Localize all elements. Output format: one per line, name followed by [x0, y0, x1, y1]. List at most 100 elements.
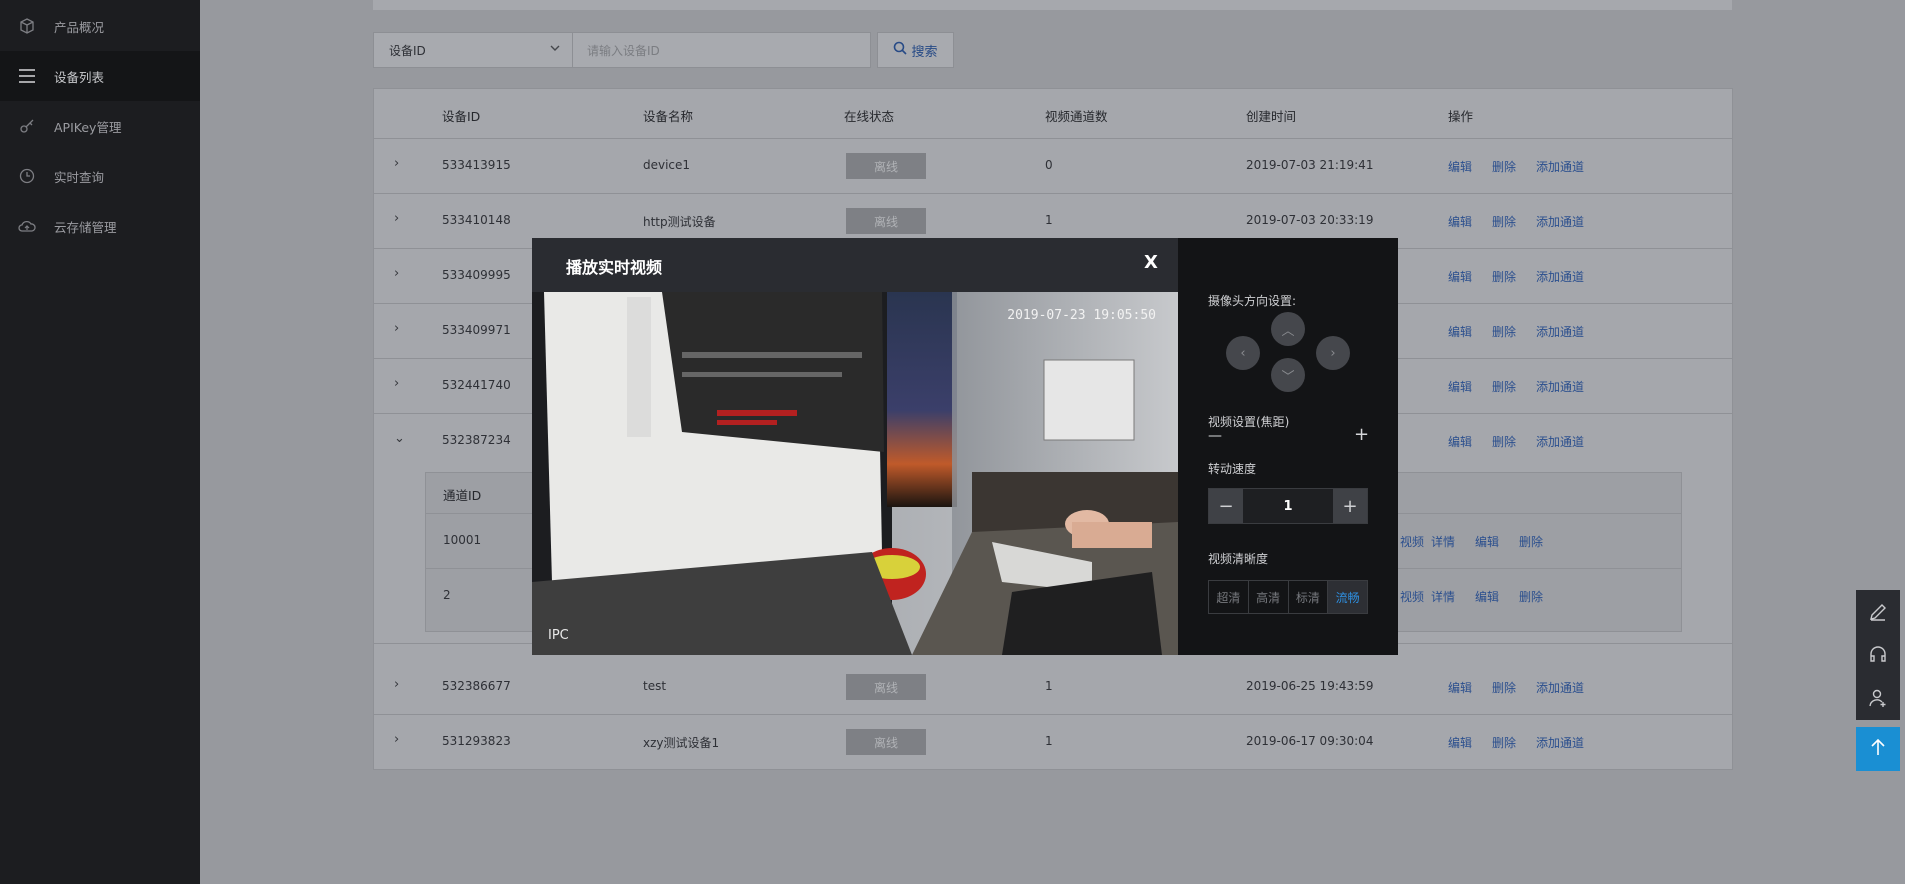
sidebar-item-label: 设备列表 — [54, 69, 105, 85]
channel-count: 1 — [1045, 679, 1053, 693]
channel-count: 1 — [1045, 213, 1053, 227]
chevron-right-icon[interactable]: › — [394, 156, 399, 171]
sidebar-item-realtime-query[interactable]: 实时查询 — [0, 151, 200, 201]
column-header-channel-count: 视频通道数 — [1045, 109, 1108, 124]
quality-option-ultra-hd[interactable]: 超清 — [1209, 581, 1249, 613]
device-id: 533409971 — [442, 323, 511, 337]
delete-link[interactable]: 删除 — [1492, 433, 1516, 450]
edit-link[interactable]: 编辑 — [1448, 158, 1472, 175]
delete-link[interactable]: 删除 — [1519, 588, 1543, 605]
chevron-right-icon[interactable]: › — [394, 376, 399, 391]
modal-header: 播放实时视频 X — [532, 238, 1178, 292]
quality-option-hd[interactable]: 高清 — [1249, 581, 1289, 613]
quality-option-smooth[interactable]: 流畅 — [1328, 581, 1367, 613]
created-time: 2019-07-03 21:19:41 — [1246, 158, 1374, 172]
speed-value[interactable]: 1 — [1243, 489, 1333, 523]
pan-right-button[interactable]: › — [1316, 336, 1350, 370]
add-channel-link[interactable]: 添加通道 — [1536, 268, 1584, 285]
device-id: 533409995 — [442, 268, 511, 282]
video-link[interactable]: 视频 — [1400, 588, 1424, 605]
add-channel-link[interactable]: 添加通道 — [1536, 213, 1584, 230]
table-header: 设备ID 设备名称 在线状态 视频通道数 创建时间 操作 — [374, 89, 1732, 139]
chevron-right-icon[interactable]: › — [394, 732, 399, 747]
edit-link[interactable]: 编辑 — [1448, 378, 1472, 395]
created-time: 2019-06-17 09:30:04 — [1246, 734, 1374, 748]
video-frame — [532, 292, 1178, 655]
speed-stepper: − 1 + — [1208, 488, 1368, 524]
back-to-top-button[interactable] — [1856, 727, 1900, 771]
add-channel-link[interactable]: 添加通道 — [1536, 158, 1584, 175]
sidebar-item-product-overview[interactable]: 产品概况 — [0, 1, 200, 51]
status-badge: 离线 — [846, 674, 926, 700]
sidebar: 产品概况 设备列表 APIKey管理 实时查询 云存储管理 — [0, 0, 200, 884]
pan-down-button[interactable]: ﹀ — [1271, 358, 1305, 392]
add-channel-link[interactable]: 添加通道 — [1536, 378, 1584, 395]
search-field-select[interactable]: 设备ID — [373, 32, 573, 68]
speed-increase-button[interactable]: + — [1333, 489, 1367, 523]
edit-link[interactable]: 编辑 — [1448, 679, 1472, 696]
video-link[interactable]: 视频 — [1400, 533, 1424, 550]
video-source-tag: IPC — [548, 628, 569, 643]
column-header-channel-id: 通道ID — [443, 488, 482, 503]
column-header-created-time: 创建时间 — [1246, 109, 1297, 124]
device-id: 531293823 — [442, 734, 511, 748]
detail-link[interactable]: 详情 — [1431, 588, 1455, 605]
speed-label: 转动速度 — [1208, 462, 1257, 476]
edit-icon[interactable] — [1856, 590, 1900, 634]
delete-link[interactable]: 删除 — [1492, 378, 1516, 395]
quality-option-sd[interactable]: 标清 — [1289, 581, 1329, 613]
delete-link[interactable]: 删除 — [1519, 533, 1543, 550]
edit-link[interactable]: 编辑 — [1448, 213, 1472, 230]
sidebar-item-label: 产品概况 — [54, 19, 105, 35]
edit-link[interactable]: 编辑 — [1475, 588, 1499, 605]
add-channel-link[interactable]: 添加通道 — [1536, 323, 1584, 340]
delete-link[interactable]: 删除 — [1492, 158, 1516, 175]
channel-count: 0 — [1045, 158, 1053, 172]
edit-link[interactable]: 编辑 — [1475, 533, 1499, 550]
close-button[interactable]: X — [1144, 252, 1158, 273]
zoom-in-button[interactable]: + — [1354, 424, 1369, 445]
add-channel-link[interactable]: 添加通道 — [1536, 679, 1584, 696]
sidebar-item-cloud-storage[interactable]: 云存储管理 — [0, 201, 200, 251]
edit-link[interactable]: 编辑 — [1448, 734, 1472, 751]
delete-link[interactable]: 删除 — [1492, 268, 1516, 285]
floating-toolbar — [1856, 590, 1900, 720]
add-user-icon[interactable] — [1856, 676, 1900, 720]
chevron-right-icon[interactable]: › — [394, 211, 399, 226]
pan-left-button[interactable]: ‹ — [1226, 336, 1260, 370]
chevron-right-icon[interactable]: › — [394, 266, 399, 281]
speed-decrease-button[interactable]: − — [1209, 489, 1243, 523]
add-channel-link[interactable]: 添加通道 — [1536, 433, 1584, 450]
pan-up-button[interactable]: ︿ — [1271, 312, 1305, 346]
search-button[interactable]: 搜索 — [877, 32, 954, 68]
chevron-down-icon[interactable]: ⌄ — [394, 431, 405, 446]
cube-icon — [18, 17, 36, 35]
delete-link[interactable]: 删除 — [1492, 679, 1516, 696]
edit-link[interactable]: 编辑 — [1448, 268, 1472, 285]
table-row: › 533413915 device1 离线 0 2019-07-03 21:1… — [374, 139, 1732, 194]
sidebar-item-apikey[interactable]: APIKey管理 — [0, 101, 200, 151]
cloud-icon — [18, 217, 36, 235]
zoom-out-button[interactable]: — — [1208, 428, 1222, 444]
headset-icon[interactable] — [1856, 633, 1900, 677]
chevron-right-icon[interactable]: › — [394, 677, 399, 692]
edit-link[interactable]: 编辑 — [1448, 323, 1472, 340]
created-time: 2019-06-25 19:43:59 — [1246, 679, 1374, 693]
delete-link[interactable]: 删除 — [1492, 213, 1516, 230]
delete-link[interactable]: 删除 — [1492, 734, 1516, 751]
status-badge: 离线 — [846, 729, 926, 755]
video-timestamp: 2019-07-23 19:05:50 — [1007, 308, 1156, 323]
edit-link[interactable]: 编辑 — [1448, 433, 1472, 450]
sidebar-item-device-list[interactable]: 设备列表 — [0, 51, 200, 101]
channel-id: 10001 — [443, 533, 482, 547]
search-input[interactable]: 请输入设备ID — [573, 32, 871, 68]
device-id: 533413915 — [442, 158, 511, 172]
detail-link[interactable]: 详情 — [1431, 533, 1455, 550]
video-player[interactable]: 2019-07-23 19:05:50 IPC — [532, 292, 1178, 655]
search-input-placeholder: 请输入设备ID — [587, 43, 660, 58]
status-badge: 离线 — [846, 208, 926, 234]
chevron-right-icon[interactable]: › — [394, 321, 399, 336]
table-row: › 532386677 test 离线 1 2019-06-25 19:43:5… — [374, 660, 1732, 715]
add-channel-link[interactable]: 添加通道 — [1536, 734, 1584, 751]
delete-link[interactable]: 删除 — [1492, 323, 1516, 340]
